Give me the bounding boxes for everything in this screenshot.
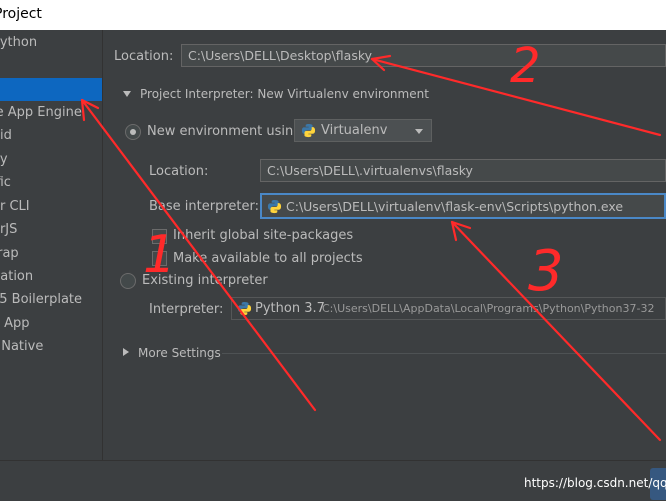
sidebar-item-label: trap: [0, 246, 19, 261]
sidebar-item-scientific[interactable]: ific: [0, 172, 102, 195]
sidebar-item-html5-boilerplate[interactable]: L5 Boilerplate: [0, 289, 102, 312]
sidebar-item-label: aid: [0, 128, 12, 143]
interpreter-name: Python 3.7: [255, 301, 325, 316]
chevron-down-icon: [415, 129, 423, 134]
existing-interpreter-label: Existing interpreter: [142, 273, 268, 288]
base-interpreter-label: Base interpreter:: [149, 199, 259, 214]
watermark-text: https://blog.csdn.net/qq_: [524, 476, 666, 490]
new-environment-label: New environment using: [147, 124, 302, 139]
interpreter-section-title[interactable]: Project Interpreter: New Virtualenv envi…: [140, 87, 429, 101]
sidebar-item-label: Python: [0, 35, 38, 50]
make-available-label: Make available to all projects: [173, 251, 363, 266]
sidebar-item-foundation[interactable]: dation: [0, 266, 102, 289]
environment-tool-value: Virtualenv: [321, 123, 388, 138]
project-location-value: C:\Users\DELL\Desktop\flasky: [188, 48, 373, 63]
sidebar-item-flask-selected[interactable]: [0, 78, 102, 101]
chevron-down-icon[interactable]: [123, 91, 131, 97]
settings-panel: Location: C:\Users\DELL\Desktop\flasky P…: [103, 30, 666, 460]
sidebar-item-google-app-engine[interactable]: le App Engine: [0, 102, 102, 125]
sidebar-item-label: arJS: [0, 222, 18, 237]
project-location-label: Location:: [114, 49, 174, 64]
interpreter-path: C:\Users\DELL\AppData\Local\Programs\Pyt…: [322, 302, 655, 315]
python-icon: [267, 199, 282, 214]
python-icon: [237, 301, 252, 316]
environment-tool-select[interactable]: Virtualenv: [294, 119, 432, 142]
sidebar-item-label: ar CLI: [0, 199, 30, 214]
sidebar-item-label: Py: [0, 152, 8, 167]
inherit-global-checkbox[interactable]: [152, 229, 167, 244]
sidebar-item-label: e App: [0, 316, 30, 331]
title-bar: Project: [0, 0, 666, 31]
base-interpreter-field[interactable]: C:\Users\DELL\virtualenv\flask-env\Scrip…: [260, 193, 666, 219]
python-icon: [301, 123, 316, 138]
interpreter-select[interactable]: Python 3.7 C:\Users\DELL\AppData\Local\P…: [231, 297, 666, 320]
sidebar-item-bootstrap[interactable]: trap: [0, 243, 102, 266]
existing-interpreter-radio[interactable]: [120, 273, 136, 289]
sidebar-item-angularjs[interactable]: arJS: [0, 219, 102, 242]
sidebar-item-react-app[interactable]: e App: [0, 313, 102, 336]
env-location-value: C:\Users\DELL\.virtualenvs\flasky: [267, 163, 473, 178]
sidebar-item-label: t Native: [0, 339, 44, 354]
interpreter-label: Interpreter:: [149, 302, 224, 317]
new-environment-radio[interactable]: [125, 124, 141, 140]
more-settings-toggle[interactable]: More Settings: [138, 346, 221, 360]
sidebar-item-label: le App Engine: [0, 105, 82, 120]
sidebar-item-label: ific: [0, 175, 11, 190]
sidebar-item-angular-cli[interactable]: ar CLI: [0, 196, 102, 219]
sidebar-item-python[interactable]: Python: [0, 32, 102, 55]
project-location-field[interactable]: C:\Users\DELL\Desktop\flasky: [181, 44, 666, 67]
make-available-checkbox[interactable]: [152, 251, 167, 266]
chevron-right-icon[interactable]: [123, 348, 129, 356]
sidebar-item-pyramid[interactable]: aid: [0, 125, 102, 148]
sidebar-item-label: L5 Boilerplate: [0, 292, 83, 307]
base-interpreter-value: C:\Users\DELL\virtualenv\flask-env\Scrip…: [286, 199, 624, 214]
env-location-label: Location:: [149, 164, 209, 179]
project-type-sidebar: Python o le App Engine aid Py ific ar CL…: [0, 30, 103, 460]
divider: [222, 353, 666, 354]
sidebar-item-react-native[interactable]: t Native: [0, 336, 102, 359]
env-location-field[interactable]: C:\Users\DELL\.virtualenvs\flasky: [260, 159, 666, 182]
sidebar-item-label: dation: [0, 269, 34, 284]
inherit-global-label: Inherit global site-packages: [173, 228, 354, 243]
window-title: Project: [0, 6, 42, 22]
sidebar-item-django[interactable]: o: [0, 55, 102, 78]
sidebar-item-web2py[interactable]: Py: [0, 149, 102, 172]
